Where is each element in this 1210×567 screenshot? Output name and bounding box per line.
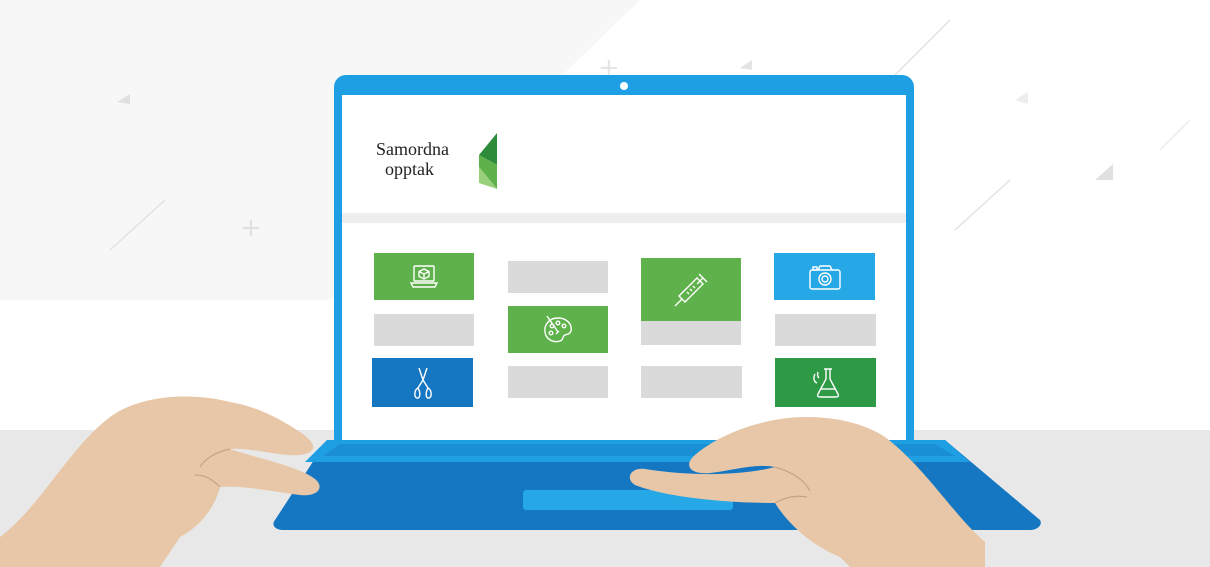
placeholder-tile bbox=[508, 261, 608, 293]
brand-name-line-1: Samordna bbox=[376, 139, 449, 159]
syringe-icon bbox=[674, 273, 708, 306]
right-hand bbox=[629, 417, 985, 567]
placeholder-tile bbox=[508, 366, 608, 398]
study-tile-horticulture[interactable] bbox=[372, 358, 473, 407]
placeholder-tile bbox=[374, 314, 474, 346]
camera-icon bbox=[808, 264, 841, 290]
left-hand bbox=[0, 396, 320, 567]
study-tile-science[interactable] bbox=[775, 358, 876, 407]
chemistry-flask-icon bbox=[812, 367, 839, 398]
placeholder-tile bbox=[641, 366, 742, 398]
header-divider bbox=[342, 213, 906, 223]
placeholder-tile bbox=[641, 321, 741, 345]
pruning-shears-icon bbox=[413, 367, 432, 399]
study-tile-technology[interactable] bbox=[374, 253, 474, 300]
brand-name-line-2: opptak bbox=[385, 159, 434, 179]
study-tile-arts[interactable] bbox=[508, 306, 608, 353]
brand-logo-mark-icon bbox=[479, 133, 497, 189]
brand-logo-text[interactable]: Samordna opptak bbox=[376, 139, 449, 179]
placeholder-tile bbox=[775, 314, 876, 346]
laptop-cube-icon bbox=[409, 264, 439, 288]
site-header: Samordna opptak bbox=[342, 95, 906, 213]
svg-text:+: + bbox=[240, 213, 262, 243]
webcam-icon bbox=[620, 82, 628, 90]
study-tile-media[interactable] bbox=[774, 253, 875, 300]
study-tile-health[interactable] bbox=[641, 258, 741, 321]
palette-icon bbox=[544, 315, 572, 342]
